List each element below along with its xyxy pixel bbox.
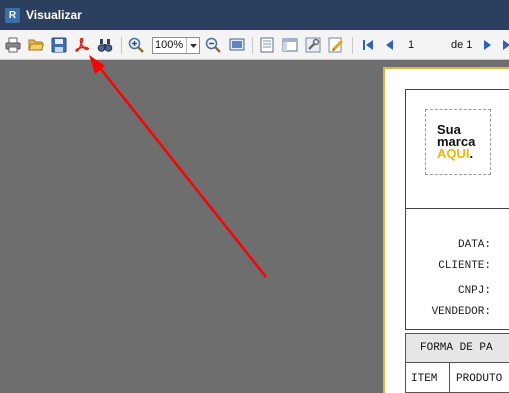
- folder-open-icon: [28, 39, 45, 51]
- edit-button[interactable]: [328, 37, 344, 53]
- zoom-out-button[interactable]: [205, 37, 221, 53]
- zoom-in-button[interactable]: [128, 37, 144, 53]
- find-button[interactable]: [97, 37, 113, 53]
- logo-placeholder: Sua marca AQUI.: [425, 109, 491, 175]
- payment-section-title: FORMA DE PA: [420, 342, 493, 354]
- next-page-icon: [484, 40, 491, 50]
- column-produto: PRODUTO: [456, 373, 503, 385]
- save-button[interactable]: [51, 37, 67, 53]
- layout-icon: [282, 38, 298, 52]
- single-page-button[interactable]: [259, 37, 275, 53]
- print-button[interactable]: [5, 37, 21, 53]
- next-page-button[interactable]: [479, 37, 495, 53]
- app-icon: R: [5, 7, 20, 23]
- logo-accent-text: AQUI: [437, 146, 470, 161]
- toolbar-separator: [252, 37, 253, 54]
- page-number-input[interactable]: 1: [400, 37, 438, 54]
- binoculars-icon: [97, 39, 113, 52]
- previous-page-button[interactable]: [382, 37, 398, 53]
- zoom-select[interactable]: 100%: [152, 37, 200, 54]
- floppy-disk-icon: [51, 37, 67, 53]
- label-cliente: CLIENTE:: [438, 260, 491, 272]
- zoom-out-icon: [205, 37, 221, 53]
- page-layout-button[interactable]: [282, 37, 298, 53]
- title-bar: R Visualizar: [0, 0, 509, 30]
- report-page: Sua marca AQUI. DATA: CLIENTE: CNPJ: VEN…: [383, 67, 509, 393]
- single-page-icon: [260, 37, 274, 53]
- zoom-value: 100%: [155, 39, 184, 51]
- export-pdf-button[interactable]: [74, 37, 90, 53]
- toolbar-separator: [121, 37, 122, 54]
- toolbar: 100% 1 de 1: [0, 30, 509, 60]
- logo-line-3: AQUI.: [437, 146, 474, 161]
- toolbar-separator: [352, 37, 353, 54]
- pencil-icon: [328, 37, 344, 53]
- first-page-icon: [363, 40, 373, 50]
- fit-page-button[interactable]: [229, 37, 245, 53]
- preview-area[interactable]: Sua marca AQUI. DATA: CLIENTE: CNPJ: VEN…: [0, 61, 509, 393]
- window-title: Visualizar: [26, 8, 82, 22]
- wrench-icon: [305, 37, 321, 53]
- monitor-icon: [229, 38, 245, 51]
- printer-icon: [5, 37, 21, 53]
- pdf-icon: [75, 37, 89, 52]
- customer-info-box: DATA: CLIENTE: CNPJ: VENDEDOR:: [405, 209, 509, 330]
- items-header-row: ITEM PRODUTO: [405, 363, 509, 393]
- last-page-button[interactable]: [500, 37, 509, 53]
- column-item: ITEM: [411, 373, 438, 385]
- open-button[interactable]: [28, 37, 45, 53]
- logo-dot: .: [469, 146, 474, 161]
- label-vendedor: VENDEDOR:: [431, 306, 491, 318]
- last-page-icon: [503, 40, 509, 50]
- column-divider: [449, 363, 450, 393]
- label-data: DATA:: [457, 239, 491, 251]
- first-page-button[interactable]: [360, 37, 376, 53]
- report-header-box: Sua marca AQUI.: [405, 89, 509, 209]
- chevron-down-icon: [186, 38, 199, 53]
- payment-section-header: FORMA DE PA: [405, 333, 509, 363]
- previous-page-icon: [386, 40, 393, 50]
- label-cnpj: CNPJ:: [457, 285, 491, 297]
- page-count-label: de 1: [451, 39, 473, 51]
- zoom-in-icon: [128, 37, 144, 53]
- settings-button[interactable]: [305, 37, 321, 53]
